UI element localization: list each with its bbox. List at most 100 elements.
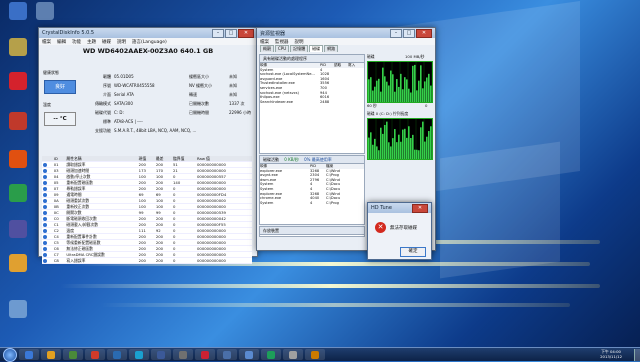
status-dot-icon xyxy=(43,181,47,185)
status-dot-icon xyxy=(43,187,47,191)
taskbar-app-button[interactable] xyxy=(195,349,215,360)
dialog-close-button[interactable]: ✕ xyxy=(412,203,428,213)
dialog-ok-button[interactable]: 確定 xyxy=(400,247,426,257)
health-status-badge[interactable]: 良好 xyxy=(44,80,76,94)
desktop-icon[interactable] xyxy=(3,300,33,318)
hdtune-error-dialog[interactable]: HD Tune ✕ ✕ 無法存取磁碟 確定 xyxy=(367,202,432,260)
menu-item[interactable]: 語言(Language) xyxy=(132,39,167,45)
desktop-icon[interactable] xyxy=(3,150,33,168)
menu-item[interactable]: 檔案 xyxy=(260,39,269,45)
graph-activity-bar xyxy=(394,129,396,159)
desktop-icon[interactable] xyxy=(3,38,33,56)
menu-item[interactable]: 功能 xyxy=(72,39,81,45)
list-item[interactable]: System 4 C:\Prog xyxy=(260,201,364,206)
graph-activity-bar xyxy=(408,126,410,159)
taskbar-app-button[interactable] xyxy=(85,349,105,360)
desktop-icon[interactable] xyxy=(3,72,33,90)
desktop-icon[interactable] xyxy=(3,254,33,272)
menu-item[interactable]: 編輯 xyxy=(57,39,66,45)
list-item[interactable]: SearchIndexer.exe 2488 xyxy=(260,100,364,105)
show-desktop-button[interactable] xyxy=(634,348,640,361)
system-clock[interactable]: 下午 04:00 2013/11/12 xyxy=(600,349,622,359)
dialog-titlebar[interactable]: HD Tune ✕ xyxy=(368,203,431,213)
taskbar-app-button[interactable] xyxy=(239,349,259,360)
menu-item[interactable]: 說明 xyxy=(295,39,304,45)
wallpaper-light-streak xyxy=(100,303,570,307)
taskbar-app-icon xyxy=(69,350,77,359)
disk-queue-graph xyxy=(367,118,433,160)
desktop-icon[interactable] xyxy=(3,112,33,130)
maximize-button[interactable]: □ xyxy=(225,28,237,38)
list-cell: SearchIndexer.exe xyxy=(260,99,294,104)
error-icon: ✕ xyxy=(375,222,386,233)
desktop-icon[interactable] xyxy=(30,2,60,20)
storage-section-title[interactable]: 存放裝置 xyxy=(260,227,364,235)
taskbar-app-button[interactable] xyxy=(107,349,127,360)
status-dot-icon xyxy=(43,217,47,221)
resmon-tab[interactable]: CPU xyxy=(275,45,290,52)
disk-throughput-graph xyxy=(367,61,433,103)
graph-activity-bar xyxy=(416,149,418,159)
graph-activity-bar xyxy=(396,79,398,102)
crystaldiskinfo-window[interactable]: CrystalDiskInfo 5.0.5 – □ ✕ 檔案 編輯 功能 主題 磁碟 說明… xyxy=(38,27,258,264)
status-dot-cell xyxy=(42,257,53,264)
menu-item[interactable]: 磁碟 xyxy=(102,39,111,45)
graph-activity-bar xyxy=(414,149,416,159)
minimize-button[interactable]: – xyxy=(212,28,224,38)
graph-activity-bar xyxy=(410,138,412,159)
close-button[interactable]: ✕ xyxy=(238,28,254,38)
graph-activity-bar xyxy=(424,141,426,159)
graph-activity-bar xyxy=(404,77,406,102)
maximize-button[interactable]: □ xyxy=(403,28,415,38)
table-row[interactable]: C8 寫入錯誤率 200 200 0 000000000000 xyxy=(42,257,252,264)
menu-item[interactable]: 主題 xyxy=(87,39,96,45)
taskbar-app-button[interactable] xyxy=(151,349,171,360)
resmon-tab[interactable]: 磁碟 xyxy=(309,45,324,52)
menu-item[interactable]: 檔案 xyxy=(42,39,51,45)
start-button[interactable] xyxy=(3,347,17,362)
taskbar-app-button[interactable] xyxy=(19,349,39,360)
desktop-icon-image xyxy=(9,254,27,272)
taskbar-app-button[interactable] xyxy=(283,349,303,360)
taskbar-app-icon xyxy=(25,350,33,359)
desktop-icon[interactable] xyxy=(3,2,33,20)
disk-process-section-title[interactable]: 具有磁碟活動的處理程序 xyxy=(260,55,364,63)
taskbar-app-button[interactable] xyxy=(173,349,193,360)
taskbar-app-button[interactable] xyxy=(129,349,149,360)
close-button[interactable]: ✕ xyxy=(416,28,432,38)
graph-activity-bar xyxy=(430,126,432,159)
desktop-icon-image xyxy=(9,112,27,130)
menu-item[interactable]: 說明 xyxy=(117,39,126,45)
resmon-tab[interactable]: 記憶體 xyxy=(290,45,309,52)
desktop-icon-image xyxy=(9,184,27,202)
resmon-titlebar[interactable]: 資源監視器 – □ ✕ xyxy=(257,28,435,38)
menu-item[interactable]: 監視器 xyxy=(275,39,289,45)
status-dot-icon xyxy=(43,211,47,215)
taskbar-app-icon xyxy=(135,350,143,359)
resmon-tab[interactable]: 概觀 xyxy=(260,45,274,52)
graph-activity-bar xyxy=(390,146,392,159)
taskbar-items xyxy=(17,349,325,360)
graph-activity-bar xyxy=(380,127,382,159)
desktop-icon[interactable] xyxy=(3,184,33,202)
taskbar-app-icon xyxy=(157,350,165,359)
resmon-tab[interactable]: 網路 xyxy=(324,45,339,52)
taskbar-app-button[interactable] xyxy=(261,349,281,360)
disk-queue-graph-svg xyxy=(367,119,433,159)
minimize-button[interactable]: – xyxy=(390,28,402,38)
info-value: 05.01D05 xyxy=(114,74,134,79)
taskbar-app-button[interactable] xyxy=(63,349,83,360)
info-key: 介面 xyxy=(103,92,111,97)
cdi-titlebar[interactable]: CrystalDiskInfo 5.0.5 – □ ✕ xyxy=(39,28,257,38)
status-dot-icon xyxy=(43,259,47,263)
taskbar-app-button[interactable] xyxy=(217,349,237,360)
graph-activity-bar xyxy=(420,127,422,159)
desktop-icon[interactable] xyxy=(3,220,33,238)
taskbar-app-button[interactable] xyxy=(305,349,325,360)
disk-activity-header[interactable]: 磁碟活動 0 KB/秒 0% 最高使用率 xyxy=(260,156,364,164)
list-cell: System xyxy=(260,200,274,205)
info-key: 傳輸模式 xyxy=(95,101,111,106)
disk-activity-title: 磁碟活動 xyxy=(263,157,279,162)
taskbar-app-button[interactable] xyxy=(41,349,61,360)
table-cell: C8 xyxy=(52,257,66,264)
